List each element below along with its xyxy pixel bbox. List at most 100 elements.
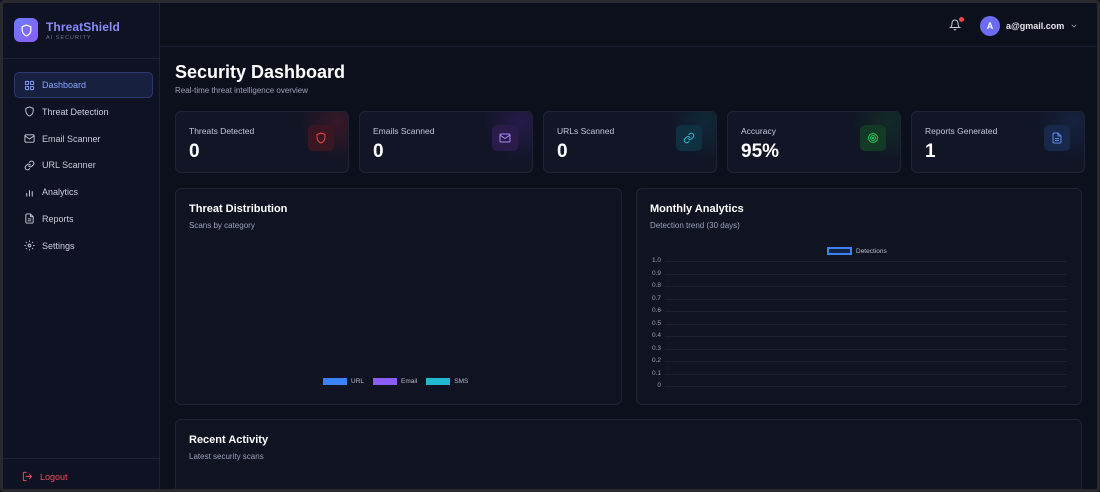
sidebar-item-dashboard[interactable]: Dashboard — [14, 72, 153, 98]
line-chart: 1.0 0.9 0.8 0.7 0.6 0.5 0.4 0.3 0.2 0.1 0 — [637, 189, 1081, 404]
legend-swatch — [426, 378, 451, 385]
stat-card-accuracy[interactable]: Accuracy 95% — [727, 111, 901, 173]
card-subtitle: Latest security scans — [189, 452, 264, 461]
stat-label: Threats Detected — [189, 126, 255, 136]
page-title: Security Dashboard — [175, 62, 346, 82]
bar-chart-icon — [23, 186, 35, 198]
sidebar-item-label: Dashboard — [42, 80, 87, 90]
brand-name: ThreatShield — [46, 19, 120, 34]
gridline — [665, 348, 1067, 350]
legend-swatch — [323, 378, 347, 385]
topbar: A a@gmail.com — [160, 3, 1097, 47]
gridline — [665, 311, 1067, 312]
brand[interactable]: ThreatShield AI SECURITY — [14, 18, 120, 42]
card-title: Threat Distribution — [189, 203, 288, 215]
gridline — [665, 261, 1067, 262]
brand-tagline: AI SECURITY — [46, 34, 92, 41]
y-tick-label: 0.2 — [651, 357, 661, 364]
y-tick-label: 0.8 — [651, 282, 661, 289]
notifications-button[interactable] — [948, 17, 964, 32]
chart-legend: URL Email SMS — [323, 378, 477, 385]
threat-distribution-card: Threat Distribution Scans by category UR… — [175, 188, 622, 405]
shield-icon — [308, 125, 334, 151]
gridline — [665, 386, 1067, 387]
user-menu[interactable]: A a@gmail.com — [980, 16, 1078, 36]
document-icon — [1044, 125, 1070, 151]
sidebar-item-threat-detection[interactable]: Threat Detection — [14, 99, 153, 125]
sidebar-nav: Dashboard Threat Detection Email Scanner… — [14, 72, 153, 260]
sidebar-item-url-scanner[interactable]: URL Scanner — [14, 152, 153, 178]
stat-value: 95% — [741, 141, 780, 162]
stat-card-emails-scanned[interactable]: Emails Scanned 0 — [359, 111, 533, 173]
divider — [3, 458, 159, 459]
stat-value: 0 — [373, 141, 384, 162]
legend-item-sms[interactable]: SMS — [426, 378, 468, 385]
legend-swatch — [373, 378, 398, 385]
stats-row: Threats Detected 0 Emails Scanned 0 URLs… — [175, 111, 1085, 173]
app-window: ThreatShield AI SECURITY Dashboard Threa… — [0, 0, 1100, 492]
sidebar-item-settings[interactable]: Settings — [14, 233, 153, 259]
user-email: a@gmail.com — [1006, 21, 1065, 31]
sidebar-item-label: URL Scanner — [42, 160, 96, 171]
logout-label: Logout — [40, 471, 68, 482]
stat-label: URLs Scanned — [557, 126, 615, 136]
gridline — [665, 273, 1067, 275]
y-tick-label: 0.4 — [651, 332, 661, 339]
monthly-analytics-card: Monthly Analytics Detection trend (30 da… — [636, 188, 1082, 405]
stat-value: 0 — [557, 141, 568, 162]
y-tick-label: 1.0 — [651, 257, 661, 264]
sidebar: ThreatShield AI SECURITY Dashboard Threa… — [3, 3, 160, 489]
y-tick-label: 0.1 — [651, 369, 661, 377]
gridline — [665, 298, 1067, 300]
mail-icon — [492, 125, 518, 151]
legend-label: SMS — [454, 378, 469, 385]
gridline — [665, 336, 1067, 337]
stat-card-threats-detected[interactable]: Threats Detected 0 — [175, 111, 349, 173]
gridline — [665, 323, 1067, 325]
logout-icon — [22, 471, 33, 482]
stat-value: 1 — [925, 141, 936, 162]
stat-label: Emails Scanned — [373, 126, 435, 136]
document-icon — [23, 213, 35, 225]
avatar: A — [980, 16, 1000, 36]
y-tick-label: 0 — [657, 382, 661, 389]
target-icon — [860, 125, 886, 151]
sidebar-item-email-scanner[interactable]: Email Scanner — [14, 126, 153, 152]
link-icon — [23, 159, 35, 171]
recent-activity-card: Recent Activity Latest security scans — [175, 419, 1082, 489]
legend-label: URL — [351, 378, 365, 385]
card-subtitle: Scans by category — [189, 221, 255, 230]
stat-card-reports-generated[interactable]: Reports Generated 1 — [911, 111, 1085, 173]
gridline — [665, 361, 1067, 362]
shield-logo-icon — [14, 18, 38, 42]
shield-icon — [23, 106, 35, 118]
chevron-down-icon — [1070, 22, 1078, 30]
legend-item-email[interactable]: Email — [373, 378, 417, 385]
sidebar-item-label: Settings — [42, 240, 75, 251]
stat-label: Accuracy — [741, 126, 776, 136]
stat-value: 0 — [189, 141, 200, 162]
stat-label: Reports Generated — [925, 126, 998, 136]
y-tick-label: 0.3 — [651, 344, 661, 352]
sidebar-item-label: Email Scanner — [42, 133, 101, 144]
gridline — [665, 373, 1067, 375]
y-tick-label: 0.9 — [651, 269, 661, 277]
legend-item-url[interactable]: URL — [323, 378, 364, 385]
link-icon — [676, 125, 702, 151]
sidebar-item-label: Reports — [42, 213, 74, 224]
notification-dot — [959, 17, 964, 22]
legend-label: Email — [401, 378, 418, 385]
sidebar-item-reports[interactable]: Reports — [14, 206, 153, 232]
sidebar-item-analytics[interactable]: Analytics — [14, 179, 153, 205]
mail-icon — [23, 133, 35, 145]
stat-card-urls-scanned[interactable]: URLs Scanned 0 — [543, 111, 717, 173]
gridline — [665, 286, 1067, 287]
card-title: Recent Activity — [189, 434, 269, 446]
y-tick-label: 0.6 — [651, 307, 661, 314]
sidebar-item-label: Analytics — [42, 187, 79, 198]
sidebar-item-label: Threat Detection — [42, 106, 109, 117]
gear-icon — [23, 240, 35, 252]
grid-icon — [23, 79, 35, 91]
logout-button[interactable]: Logout — [22, 471, 68, 482]
page-subtitle: Real-time threat intelligence overview — [175, 86, 308, 95]
